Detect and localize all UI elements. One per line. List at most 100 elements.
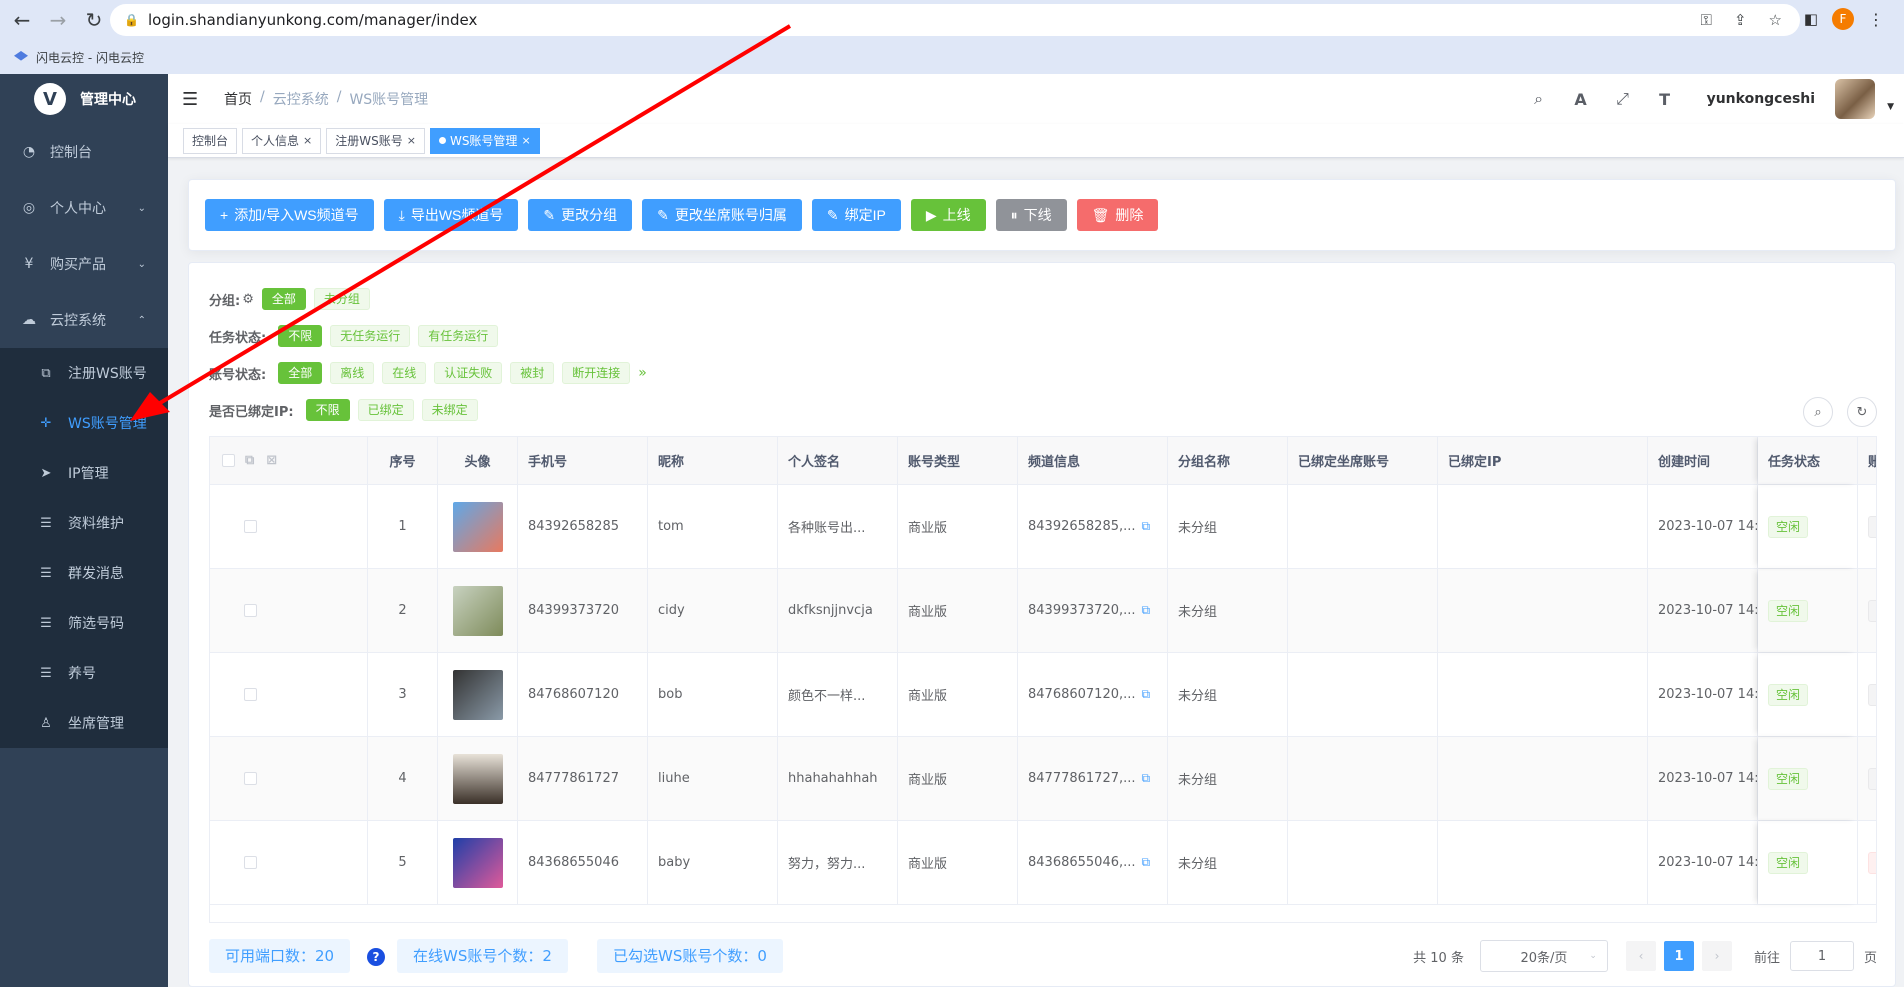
caret-down-icon[interactable]: ▼ <box>1887 102 1894 112</box>
filter-option[interactable]: 在线 <box>382 362 427 384</box>
menu-toggle-icon[interactable]: ☰ <box>182 89 202 110</box>
key-icon[interactable]: ⚿ <box>1701 11 1712 29</box>
button-label: 导出WS频道号 <box>410 207 504 223</box>
address-bar[interactable]: 🔒 login.shandianyunkong.com/manager/inde… <box>110 4 1800 36</box>
copy-icon[interactable]: ⧉ <box>1142 687 1151 702</box>
settings-icon[interactable]: ⚙ <box>242 292 254 307</box>
group-cell: 未分组 <box>1168 737 1288 820</box>
close-icon[interactable]: × <box>303 129 312 153</box>
search-icon[interactable]: ⌕ <box>1529 89 1549 109</box>
sidebar-item-ip[interactable]: ➤ IP管理 <box>0 448 168 498</box>
filter-option[interactable]: 有任务运行 <box>418 325 499 347</box>
tab-personal-info[interactable]: 个人信息 × <box>242 127 322 154</box>
tab-register-ws[interactable]: 注册WS账号 × <box>326 127 425 154</box>
refresh-icon[interactable]: ↻ <box>1847 397 1877 427</box>
table-row[interactable]: 5 84368655046 baby 努力，努力... 商业版 84368655046,.… <box>210 821 1876 905</box>
row-checkbox[interactable] <box>244 772 257 785</box>
bookmark-star-icon[interactable]: ☆ <box>1769 11 1782 29</box>
sidebar-item-ws-manage[interactable]: ✛ WS账号管理 <box>0 398 168 448</box>
page-size-select[interactable]: 20条/页 ⌄ <box>1479 940 1608 972</box>
table-row[interactable]: 3 84768607120 bob 颜色不一样... 商业版 84768607120,..… <box>210 653 1876 737</box>
next-page-button[interactable]: › <box>1701 941 1732 971</box>
url-text[interactable]: login.shandianyunkong.com/manager/index <box>148 11 477 29</box>
sidebar-item-register-ws[interactable]: ⧉ 注册WS账号 <box>0 348 168 398</box>
sidebar-item-filter-numbers[interactable]: ☰ 筛选号码 <box>0 598 168 648</box>
back-icon[interactable]: ← <box>8 6 36 34</box>
breadcrumb-cloud[interactable]: 云控系统 <box>273 89 329 109</box>
copy-icon[interactable]: ⧉ <box>1142 603 1151 618</box>
prev-page-button[interactable]: ‹ <box>1625 941 1656 971</box>
close-icon[interactable]: × <box>407 129 416 153</box>
page-number[interactable]: 1 <box>1663 941 1694 971</box>
help-icon[interactable]: ? <box>367 948 385 966</box>
sidebar-item-broadcast[interactable]: ☰ 群发消息 <box>0 548 168 598</box>
sidebar-item-personal[interactable]: ◎ 个人中心 ⌄ <box>0 180 168 236</box>
table-row[interactable]: 1 84392658285 tom 各种账号出... 商业版 84392658285,..… <box>210 485 1876 569</box>
row-checkbox[interactable] <box>244 604 257 617</box>
username[interactable]: yunkongceshi <box>1707 91 1816 107</box>
filter-option[interactable]: 无任务运行 <box>330 325 411 347</box>
export-button[interactable]: ⤓ 导出WS频道号 <box>383 199 519 231</box>
change-group-button[interactable]: ✎ 更改分组 <box>528 199 633 231</box>
filter-option[interactable]: 全部 <box>261 288 306 310</box>
filter-option[interactable]: 认证失败 <box>434 362 503 384</box>
avatar[interactable] <box>1835 79 1876 119</box>
sidebar-item-purchase[interactable]: ¥ 购买产品 ⌄ <box>0 236 168 292</box>
select-all-header[interactable]: ⧉ ⊠ <box>210 437 368 484</box>
column-header: 创建时间 <box>1648 437 1758 484</box>
filter-option[interactable]: 未绑定 <box>421 399 478 421</box>
cell-text: 84392658285,... <box>1028 519 1136 534</box>
row-checkbox[interactable] <box>244 856 257 869</box>
account-status-cell: 离线 <box>1858 653 1876 736</box>
table-row[interactable]: 2 84399373720 cidy dkfksnjjnvcja 商业版 84399373… <box>210 569 1876 653</box>
translate-icon[interactable]: A <box>1571 90 1591 109</box>
sidebar-item-cloud[interactable]: ☁ 云控系统 ⌃ <box>0 292 168 348</box>
brand[interactable]: ᐯ 管理中心 <box>0 74 168 124</box>
filter-option[interactable]: 不限 <box>305 399 350 421</box>
goto-page-input[interactable]: 1 <box>1789 941 1854 971</box>
change-seat-button[interactable]: ✎ 更改坐席账号归属 <box>642 199 802 231</box>
filter-option[interactable]: 已绑定 <box>357 399 414 421</box>
filter-option[interactable]: 全部 <box>278 362 323 384</box>
delete-button[interactable]: 🗑 删除 <box>1076 199 1159 231</box>
bind-ip-button[interactable]: ✎ 绑定IP <box>811 199 901 231</box>
online-button[interactable]: ▶ 上线 <box>910 199 986 231</box>
bookmark-item[interactable]: 闪电云控 - 闪电云控 <box>36 49 144 66</box>
sidebar-item-console[interactable]: ◔ 控制台 <box>0 124 168 180</box>
double-chevron-right-icon[interactable]: » <box>638 365 647 381</box>
filter-option[interactable]: 断开连接 <box>562 362 631 384</box>
fullscreen-icon[interactable]: ⤢ <box>1613 89 1633 109</box>
filter-option[interactable]: 不限 <box>278 325 323 347</box>
copy-header-icon[interactable]: ⧉ <box>245 453 254 468</box>
table-row[interactable]: 4 84777861727 liuhe hhahahahhah 商业版 847778617… <box>210 737 1876 821</box>
reload-icon[interactable]: ↻ <box>80 6 108 34</box>
copy-icon[interactable]: ⧉ <box>1142 855 1151 870</box>
clear-header-icon[interactable]: ⊠ <box>266 453 277 468</box>
font-size-icon[interactable]: T <box>1655 90 1675 109</box>
add-import-button[interactable]: + 添加/导入WS频道号 <box>205 199 374 231</box>
more-menu-icon[interactable]: ⋮ <box>1868 10 1884 29</box>
offline-button[interactable]: ⏸ 下线 <box>995 199 1067 231</box>
search-toggle-icon[interactable]: ⌕ <box>1803 397 1833 427</box>
breadcrumb-home[interactable]: 首页 <box>224 89 252 109</box>
close-icon[interactable]: × <box>521 129 530 153</box>
sidebar-panel-icon[interactable]: ◧ <box>1804 10 1818 28</box>
filter-option[interactable]: 被封 <box>510 362 555 384</box>
filter-option[interactable]: 离线 <box>330 362 375 384</box>
forward-icon[interactable]: → <box>44 6 72 34</box>
sidebar-item-nurture[interactable]: ☰ 养号 <box>0 648 168 698</box>
sidebar-item-label: IP管理 <box>68 466 109 482</box>
select-all-checkbox[interactable] <box>222 454 235 467</box>
copy-icon[interactable]: ⧉ <box>1142 771 1151 786</box>
sidebar-item-seat[interactable]: ♙ 坐席管理 <box>0 698 168 748</box>
row-checkbox[interactable] <box>244 520 257 533</box>
copy-icon[interactable]: ⧉ <box>1142 519 1151 534</box>
profile-avatar[interactable]: F <box>1832 8 1854 30</box>
share-icon[interactable]: ⇪ <box>1734 11 1747 29</box>
tab-console[interactable]: 控制台 <box>183 127 238 154</box>
tab-ws-manage[interactable]: WS账号管理 × <box>429 127 540 154</box>
sidebar-item-profile-maint[interactable]: ☰ 资料维护 <box>0 498 168 548</box>
nickname-cell: tom <box>648 485 778 568</box>
filter-option[interactable]: 未分组 <box>313 288 370 310</box>
row-checkbox[interactable] <box>244 688 257 701</box>
